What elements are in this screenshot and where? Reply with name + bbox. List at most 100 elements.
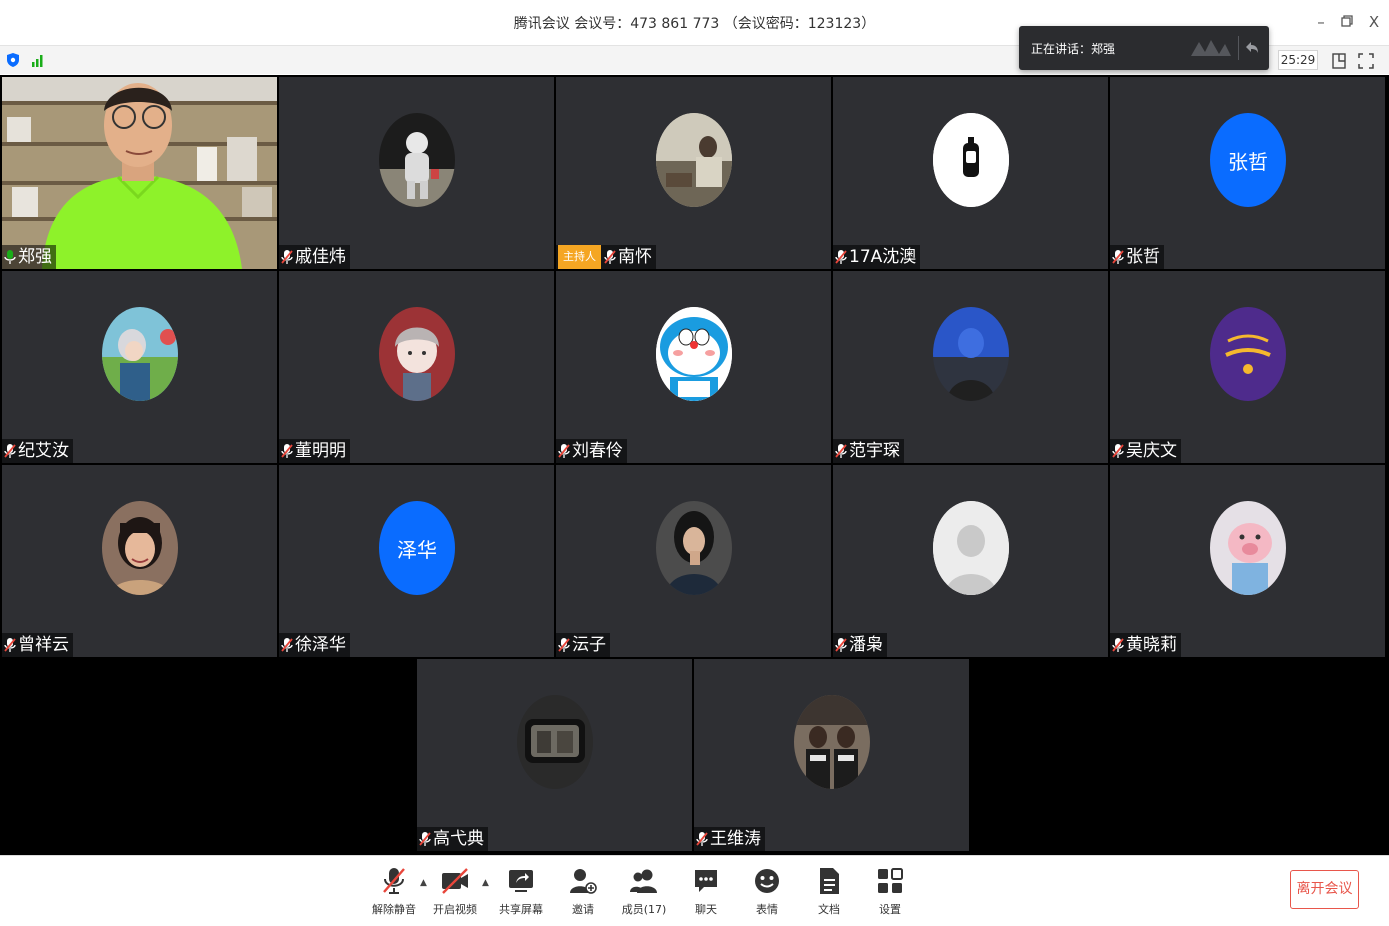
video-feed [2, 77, 277, 269]
share-screen-label: 共享屏幕 [499, 903, 543, 916]
participant-tile[interactable]: 泽华 徐泽华 [279, 465, 554, 657]
mic-muted-icon [4, 638, 16, 652]
avatar-image [933, 113, 1009, 207]
emoji-icon [755, 869, 779, 893]
participant-name: 张哲 [1126, 247, 1160, 267]
mic-active-icon [4, 250, 16, 264]
avatar-initials: 泽华 [397, 537, 437, 562]
participant-name: 南怀 [618, 247, 652, 267]
participant-tile[interactable]: 17A沈澳 [833, 77, 1108, 269]
mic-muted-icon [281, 250, 293, 264]
avatar [379, 113, 455, 207]
members-button[interactable]: 成员(17) [614, 866, 674, 920]
mic-muted-icon [1112, 250, 1124, 264]
signal-icon[interactable] [30, 52, 46, 68]
avatar [794, 695, 870, 789]
invite-button[interactable]: 邀请 [553, 866, 613, 920]
participant-tile[interactable]: 主持人 南怀 [556, 77, 831, 269]
mic-muted-icon [696, 832, 708, 846]
documents-label: 文档 [818, 903, 840, 916]
participant-name: 徐泽华 [295, 635, 346, 655]
avatar: 泽华 [379, 501, 455, 595]
participant-name: 潘枭 [849, 635, 883, 655]
avatar-image [656, 501, 732, 595]
chat-button[interactable]: 聊天 [676, 866, 736, 920]
avatar [933, 501, 1009, 595]
shield-icon[interactable] [5, 52, 21, 68]
mic-muted-icon [1112, 444, 1124, 458]
participant-tile[interactable]: 纪艾汝 [2, 271, 277, 463]
participant-name: 黄晓莉 [1126, 635, 1177, 655]
participant-tile[interactable]: 郑强 [2, 77, 277, 269]
reply-icon[interactable] [1245, 40, 1259, 54]
settings-button[interactable]: 设置 [860, 866, 920, 920]
start-video-button[interactable]: 开启视频 [425, 866, 485, 920]
restore-button[interactable] [1337, 12, 1357, 32]
participant-tile[interactable]: 高弋典 [417, 659, 692, 851]
speaking-text: 正在讲话：郑强 [1031, 42, 1116, 56]
participant-tile[interactable]: 范宇琛 [833, 271, 1108, 463]
participant-tile[interactable]: 黄晓莉 [1110, 465, 1385, 657]
mic-muted-icon [604, 250, 616, 264]
video-grid: 郑强 戚佳炜 主持人 南怀 17A沈澳 张哲 张哲 纪艾汝 董明明 刘春伶 范宇… [0, 75, 1389, 855]
reactions-label: 表情 [756, 903, 778, 916]
participant-name: 17A沈澳 [849, 247, 917, 267]
leave-meeting-button[interactable]: 离开会议 [1290, 870, 1359, 909]
participant-tile[interactable]: 吴庆文 [1110, 271, 1385, 463]
avatar: 张哲 [1210, 113, 1286, 207]
speaking-indicator: 正在讲话：郑强 [1019, 26, 1269, 70]
mic-muted-icon [835, 250, 847, 264]
chat-label: 聊天 [695, 903, 717, 916]
avatar [102, 307, 178, 401]
mic-muted-icon [281, 444, 293, 458]
mic-muted-icon [1112, 638, 1124, 652]
video-options-caret[interactable]: ▲ [482, 878, 489, 888]
reactions-button[interactable]: 表情 [737, 866, 797, 920]
participant-tile[interactable]: 董明明 [279, 271, 554, 463]
avatar-initials: 张哲 [1228, 149, 1268, 174]
participant-nametag: 王维涛 [694, 827, 765, 851]
participant-nametag: 纪艾汝 [2, 439, 73, 463]
documents-button[interactable]: 文档 [799, 866, 859, 920]
participant-name: 吴庆文 [1126, 441, 1177, 461]
participant-tile[interactable]: 沄子 [556, 465, 831, 657]
participant-tile[interactable]: 戚佳炜 [279, 77, 554, 269]
participant-nametag: 张哲 [1110, 245, 1164, 269]
settings-label: 设置 [879, 903, 901, 916]
participant-tile[interactable]: 张哲 张哲 [1110, 77, 1385, 269]
participant-nametag: 17A沈澳 [833, 245, 921, 269]
participant-tile[interactable]: 王维涛 [694, 659, 969, 851]
restore-icon [1341, 15, 1353, 27]
unmute-button[interactable]: 解除静音 [364, 866, 424, 920]
participant-name: 董明明 [295, 441, 346, 461]
close-button[interactable]: X [1364, 12, 1384, 32]
avatar [1210, 307, 1286, 401]
avatar-image [102, 501, 178, 595]
avatar-image [1210, 307, 1286, 401]
add-user-icon [570, 869, 597, 894]
host-badge: 主持人 [558, 245, 601, 269]
participant-nametag: 吴庆文 [1110, 439, 1181, 463]
participant-nametag: 范宇琛 [833, 439, 904, 463]
participant-tile[interactable]: 潘枭 [833, 465, 1108, 657]
participant-nametag: 曾祥云 [2, 633, 73, 657]
fullscreen-icon[interactable] [1357, 52, 1375, 70]
mic-muted-icon [383, 868, 405, 894]
meeting-timer: 25:29 [1278, 50, 1318, 70]
avatar [517, 695, 593, 789]
share-screen-button[interactable]: 共享屏幕 [491, 866, 551, 920]
mic-muted-icon [558, 444, 570, 458]
participant-tile[interactable]: 刘春伶 [556, 271, 831, 463]
participant-nametag: 潘枭 [833, 633, 887, 657]
participant-name: 曾祥云 [18, 635, 69, 655]
participant-tile[interactable]: 曾祥云 [2, 465, 277, 657]
speaking-divider [1238, 36, 1239, 60]
invite-label: 邀请 [572, 903, 594, 916]
minimize-button[interactable]: – [1311, 12, 1331, 32]
mic-muted-icon [558, 638, 570, 652]
avatar-image [933, 307, 1009, 401]
share-screen-icon [509, 870, 533, 892]
participant-nametag: 刘春伶 [556, 439, 627, 463]
layout-icon[interactable] [1330, 52, 1348, 70]
members-label: 成员(17) [621, 903, 667, 916]
